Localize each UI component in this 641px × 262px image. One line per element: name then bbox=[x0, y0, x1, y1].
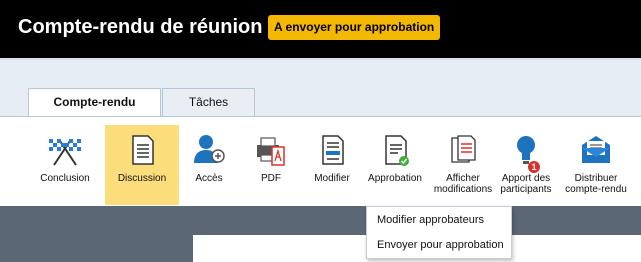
distribuer-label: Distribuer compte-rendu bbox=[565, 173, 627, 195]
discussion-button[interactable]: Discussion bbox=[105, 125, 179, 205]
modifier-button[interactable]: Modifier bbox=[307, 127, 357, 205]
approbation-dropdown-menu: Modifier approbateurs Envoyer pour appro… bbox=[366, 206, 512, 259]
acces-label: Accès bbox=[195, 173, 223, 184]
apport-participants-label: Apport des participants bbox=[500, 173, 552, 195]
conclusion-label: Conclusion bbox=[40, 173, 90, 184]
show-changes-icon bbox=[451, 135, 476, 163]
pdf-button[interactable]: PDF bbox=[246, 127, 296, 205]
pdf-label: PDF bbox=[261, 173, 281, 184]
discussion-label: Discussion bbox=[117, 173, 167, 184]
acces-button[interactable]: Accès bbox=[184, 127, 234, 205]
document-icon bbox=[132, 135, 154, 165]
tab-strip: Compte-rendu Tâches bbox=[0, 60, 641, 118]
tab-taches[interactable]: Tâches bbox=[162, 88, 255, 117]
approbation-button[interactable]: Approbation bbox=[363, 127, 427, 205]
tab-compte-rendu[interactable]: Compte-rendu bbox=[28, 88, 161, 118]
menu-item-envoyer-approbation[interactable]: Envoyer pour approbation bbox=[367, 233, 511, 257]
afficher-modifications-button[interactable]: Afficher modifications bbox=[428, 127, 498, 205]
status-badge: A envoyer pour approbation bbox=[268, 15, 441, 40]
apport-participants-button[interactable]: 1 Apport des participants bbox=[496, 127, 556, 205]
distribuer-button[interactable]: Distribuer compte-rendu bbox=[558, 127, 634, 205]
edit-document-icon bbox=[322, 135, 344, 165]
approval-document-icon bbox=[385, 135, 409, 166]
pdf-print-icon bbox=[257, 137, 285, 166]
afficher-modifications-label: Afficher modifications bbox=[433, 173, 493, 195]
user-add-icon bbox=[194, 135, 225, 163]
approbation-label: Approbation bbox=[368, 173, 422, 184]
envelope-icon bbox=[582, 136, 610, 163]
conclusion-button[interactable]: Conclusion bbox=[32, 127, 98, 205]
ribbon-toolbar: Conclusion Discussion Accès PDF Modifier… bbox=[0, 116, 641, 206]
modifier-label: Modifier bbox=[314, 173, 350, 184]
notification-badge: 1 bbox=[528, 161, 540, 173]
checkered-flags-icon bbox=[49, 139, 81, 166]
menu-item-modifier-approbateurs[interactable]: Modifier approbateurs bbox=[367, 208, 511, 232]
page-title: Compte-rendu de réunion bbox=[18, 16, 263, 38]
app-header: Compte-rendu de réunion A envoyer pour a… bbox=[0, 0, 641, 58]
